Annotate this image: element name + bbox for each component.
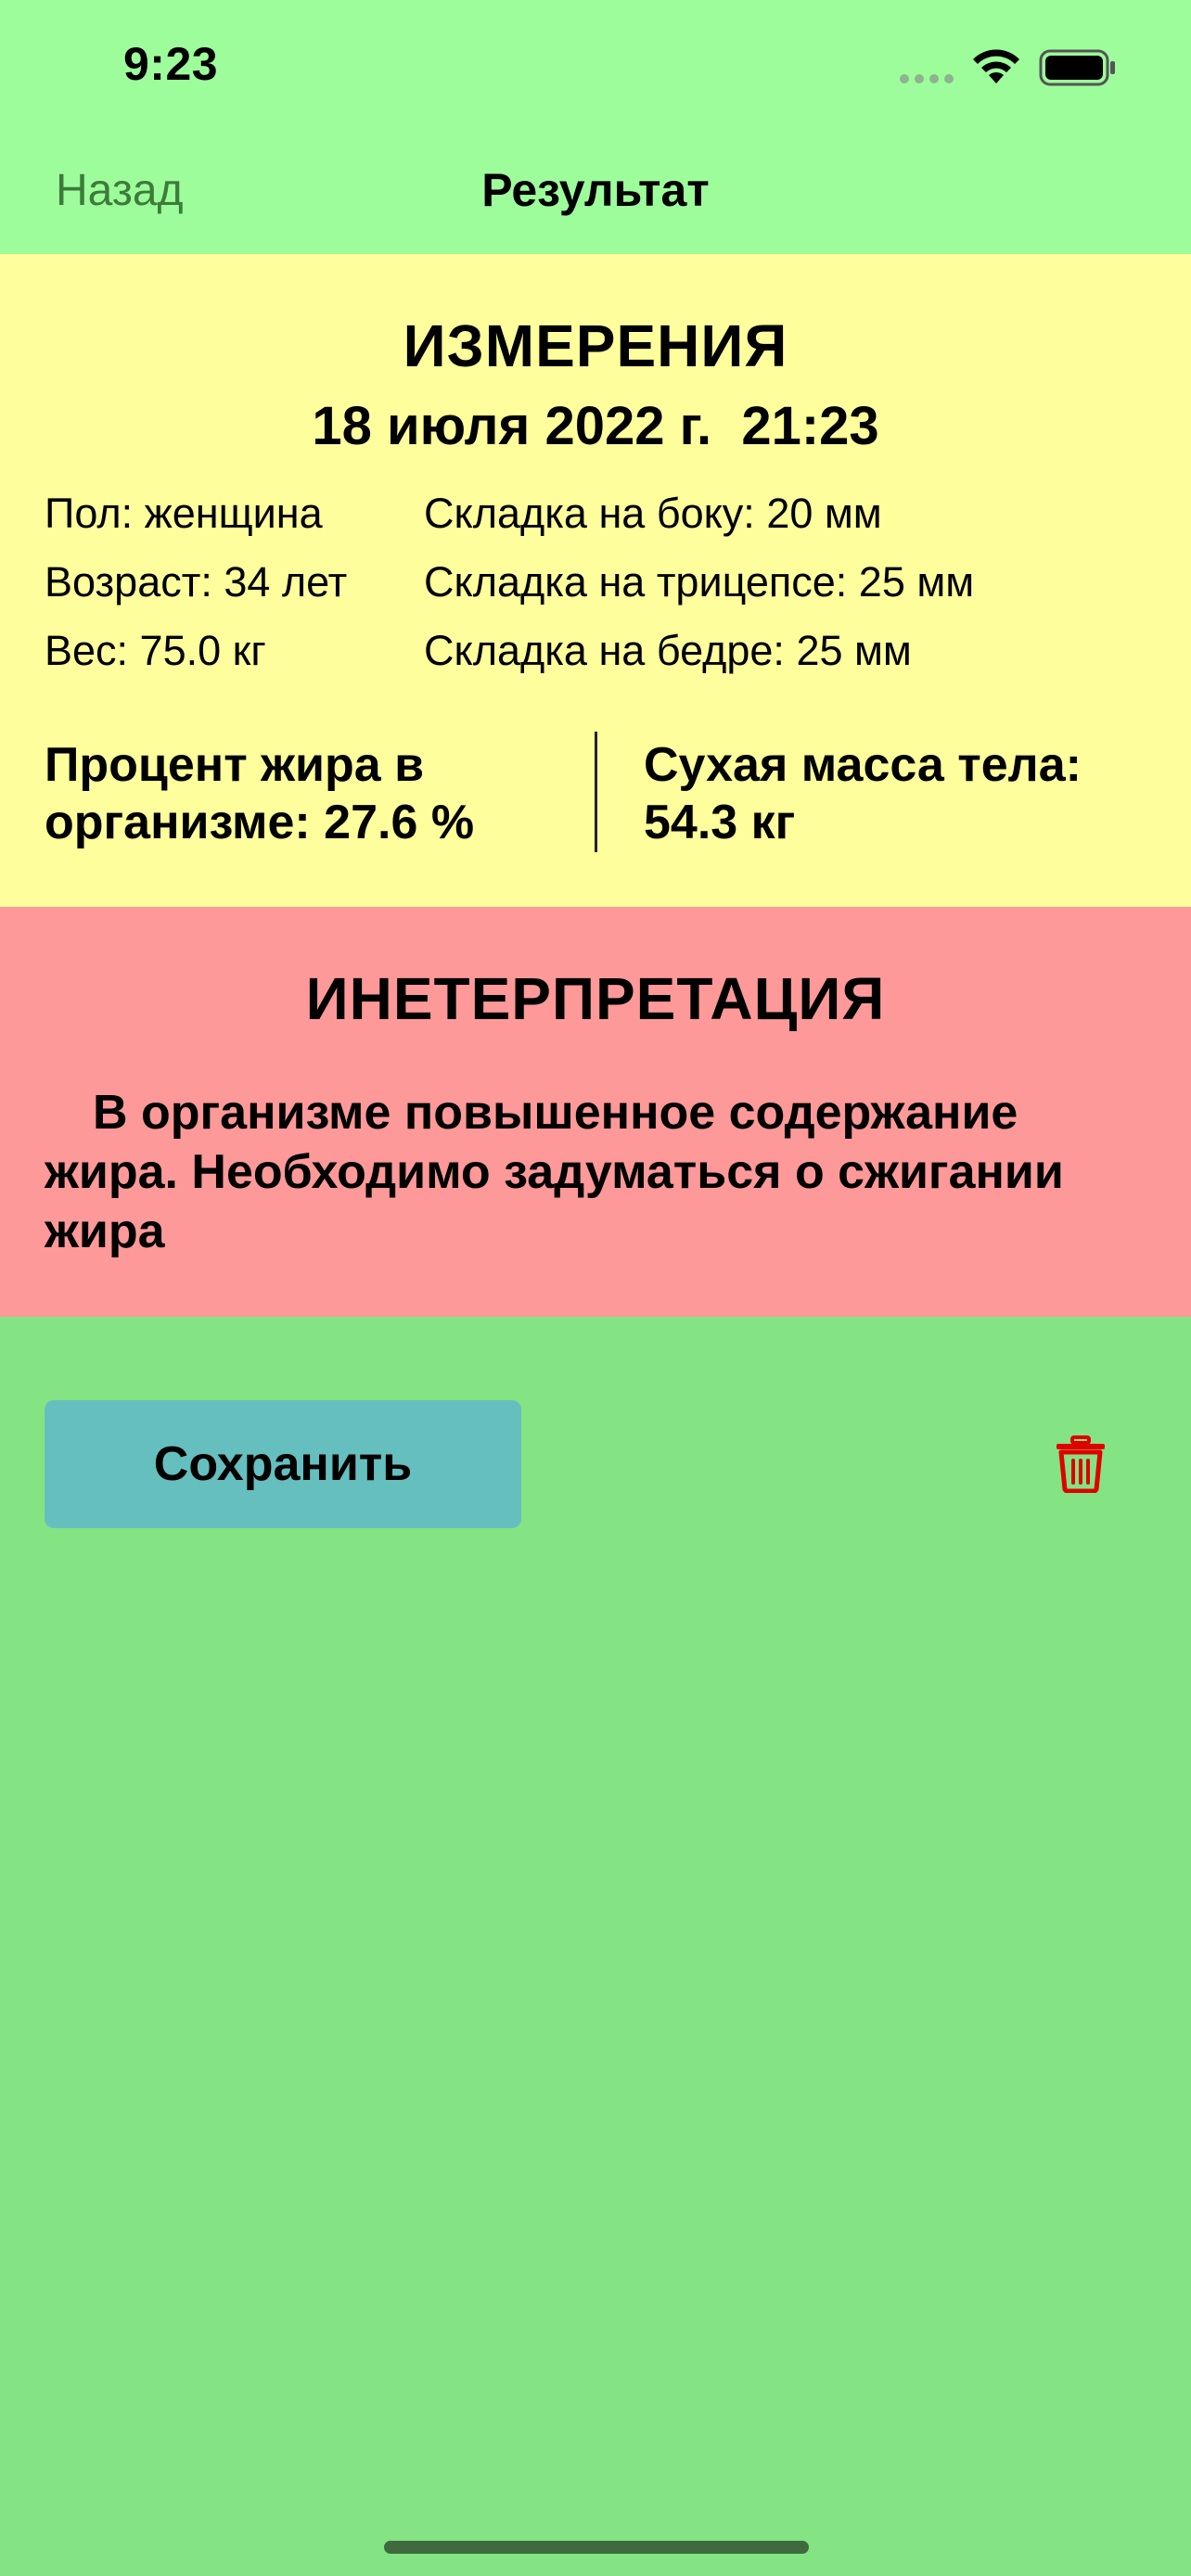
weight-value: Вес: 75.0 кг	[45, 627, 266, 674]
cellular-signal-icon	[900, 74, 954, 83]
interpretation-title: ИНЕТЕРПРЕТАЦИЯ	[305, 965, 886, 1032]
side-skinfold-value: Складка на боку: 20 мм	[424, 490, 882, 537]
trash-icon[interactable]	[1054, 1435, 1108, 1493]
interpretation-section: ИНЕТЕРПРЕТАЦИЯ В организме повышенное со…	[0, 907, 1191, 1317]
battery-icon	[1039, 49, 1115, 86]
interpretation-text: В организме повышенное содержание жира. …	[45, 1086, 1064, 1258]
top-bar: 9:23 Назад Результат	[0, 0, 1191, 255]
page-title: Результат	[481, 164, 710, 216]
body-fat-result: Процент жира в организме: 27.6 %	[45, 738, 475, 849]
age-value: Возраст: 34 лет	[45, 558, 348, 606]
wifi-icon	[973, 49, 1019, 83]
measurement-datetime: 18 июля 2022 г. 21:23	[312, 396, 879, 456]
status-time: 9:23	[123, 38, 219, 90]
lean-mass-result: Сухая масса тела: 54.3 кг	[644, 738, 1082, 849]
measurements-section: ИЗМЕРЕНИЯ 18 июля 2022 г. 21:23 Пол: жен…	[0, 254, 1191, 907]
thigh-skinfold-value: Складка на бедре: 25 мм	[424, 627, 912, 674]
measurements-title: ИЗМЕРЕНИЯ	[403, 312, 788, 379]
sex-value: Пол: женщина	[45, 490, 323, 537]
triceps-skinfold-value: Складка на трицепсе: 25 мм	[424, 558, 975, 606]
result-divider	[595, 732, 597, 852]
save-button[interactable]: Сохранить	[45, 1400, 521, 1528]
home-indicator[interactable]	[384, 2541, 809, 2554]
